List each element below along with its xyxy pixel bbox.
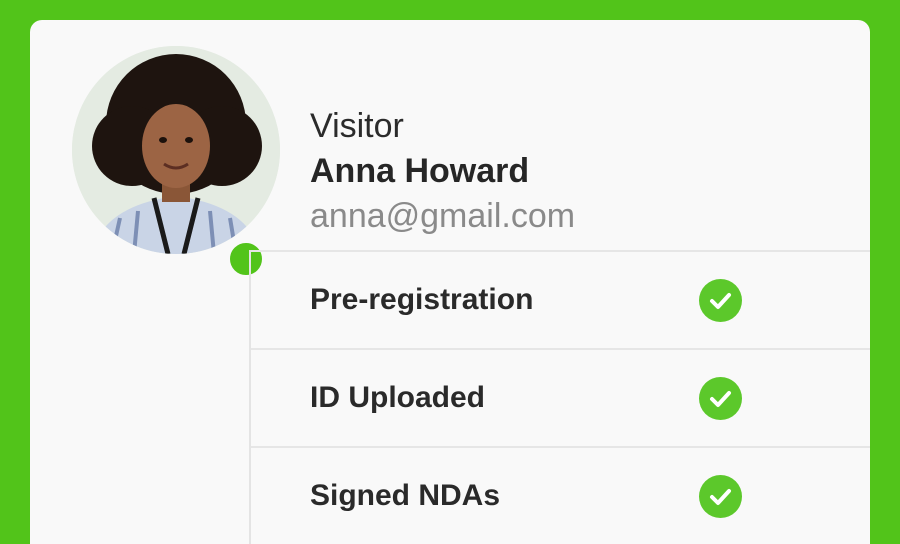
step-label: Pre-registration xyxy=(310,283,534,316)
check-circle-icon xyxy=(699,475,742,518)
checklist-item-pre-registration: Pre-registration xyxy=(251,250,870,348)
checklist-item-signed-ndas: Signed NDAs xyxy=(251,446,870,544)
avatar-container xyxy=(72,46,280,279)
check-circle-icon xyxy=(699,279,742,322)
avatar xyxy=(72,46,280,254)
page-background: Visitor Anna Howard anna@gmail.com Pre-r… xyxy=(0,0,900,544)
visitor-role: Visitor xyxy=(310,107,404,145)
visitor-email: anna@gmail.com xyxy=(310,197,576,235)
check-circle-icon xyxy=(699,377,742,420)
avatar-photo xyxy=(72,46,280,254)
step-label: Signed NDAs xyxy=(310,479,501,512)
checklist: Pre-registration ID Uploaded Signed NDAs xyxy=(251,250,870,544)
checklist-item-id-uploaded: ID Uploaded xyxy=(251,348,870,446)
visitor-name: Anna Howard xyxy=(310,152,530,190)
visitor-card: Visitor Anna Howard anna@gmail.com Pre-r… xyxy=(30,20,870,544)
step-label: ID Uploaded xyxy=(310,381,486,414)
